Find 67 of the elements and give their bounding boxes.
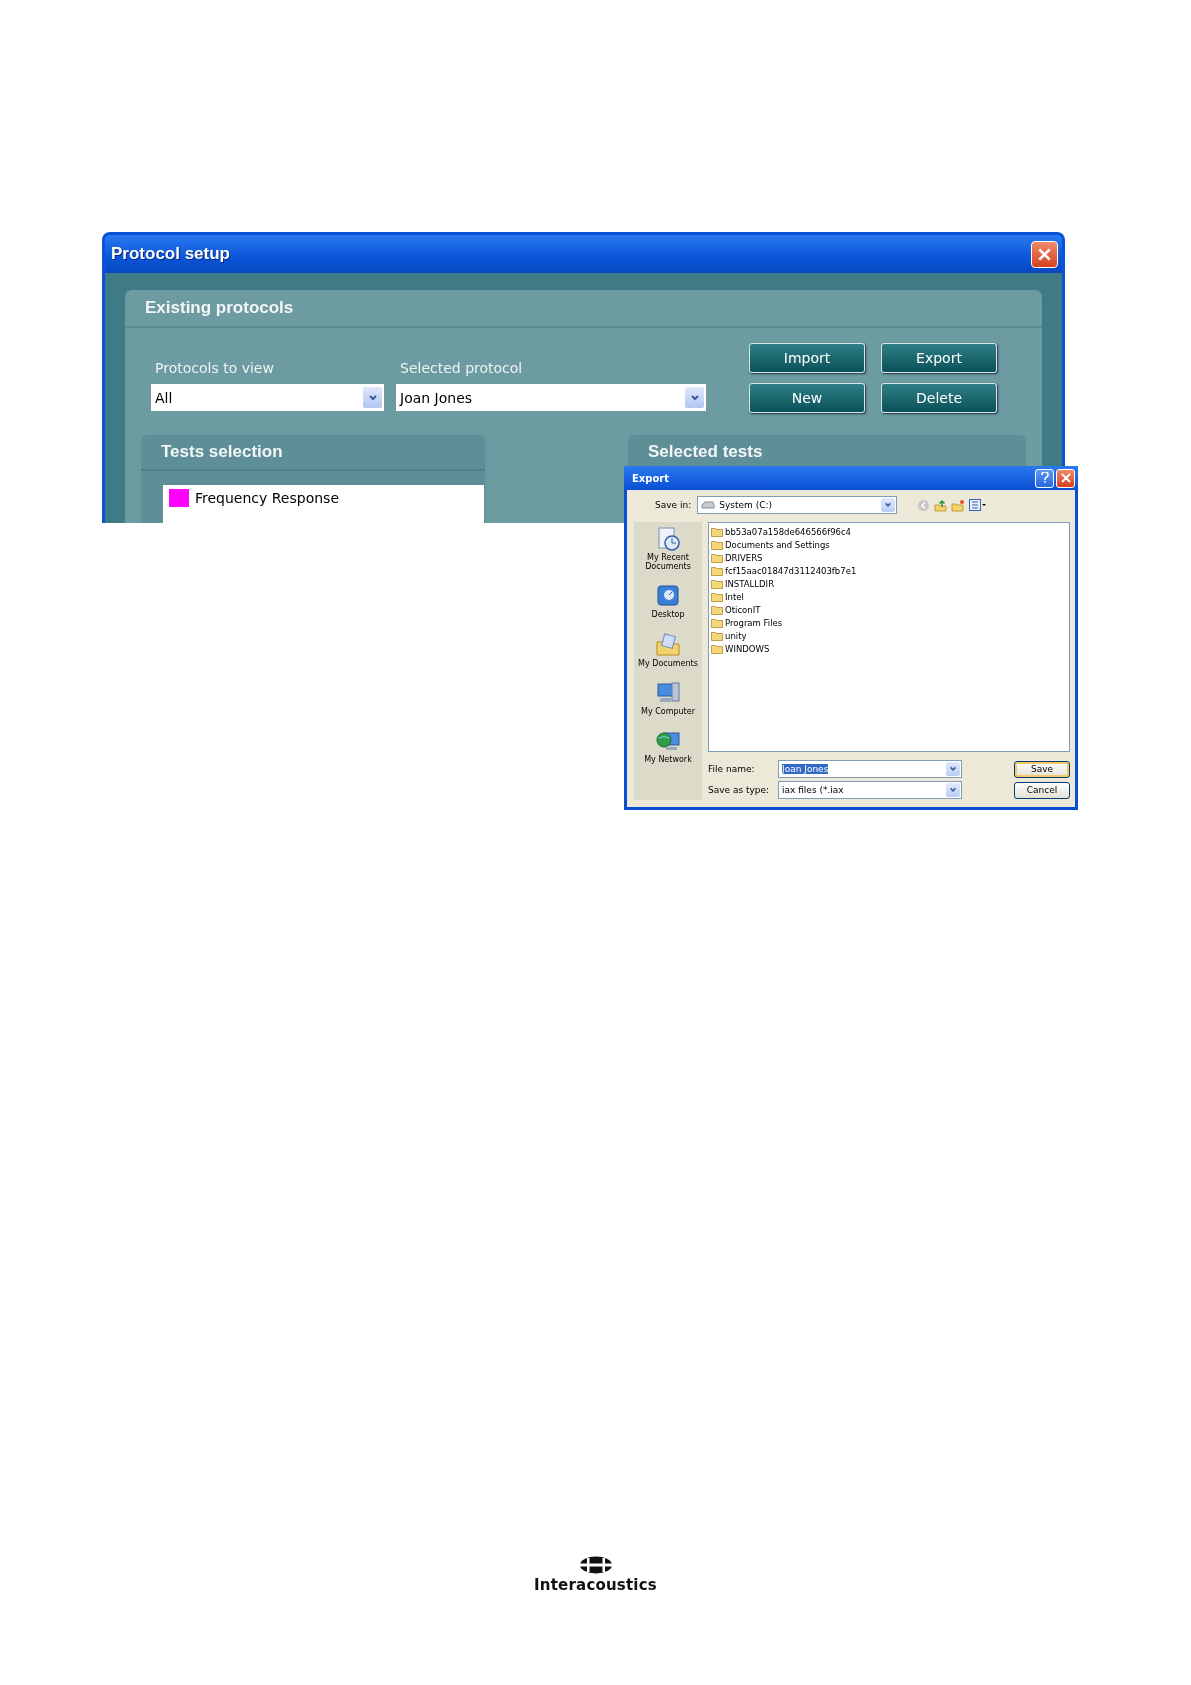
drive-icon <box>701 501 716 509</box>
folder-item[interactable]: OticonIT <box>725 604 761 615</box>
folder-item[interactable]: WINDOWS <box>725 643 770 654</box>
field-label: Protocols to view <box>154 360 275 376</box>
place-link[interactable]: My Documents <box>636 658 700 668</box>
place-link[interactable]: My Computer <box>636 706 700 716</box>
folder-icon <box>711 578 723 589</box>
up-folder-icon[interactable] <box>934 498 948 512</box>
cancel-button[interactable]: Cancel <box>1014 781 1070 799</box>
close-icon <box>1060 473 1071 483</box>
help-icon <box>1040 471 1049 483</box>
chevron-down-icon <box>884 501 893 509</box>
test-item[interactable]: Frequency Response <box>195 490 339 506</box>
folder-item[interactable]: unity <box>725 630 747 641</box>
chevron-down-icon <box>367 392 378 403</box>
protocol-dropdown[interactable]: All <box>151 384 384 411</box>
field-label: Selected protocol <box>399 360 524 376</box>
close-button[interactable] <box>1031 240 1058 268</box>
file-name-label: File name: <box>708 764 756 774</box>
logo-wordmark: Interacoustics <box>534 1576 657 1594</box>
save-in-dropdown[interactable]: System (C:) <box>697 496 898 514</box>
folder-item[interactable]: DRIVERS <box>725 552 763 563</box>
save-as-type-label: Save as type: <box>708 785 771 795</box>
help-button[interactable] <box>1035 468 1054 488</box>
place-link[interactable]: My Network <box>636 754 700 765</box>
protocol-button[interactable]: New <box>749 383 865 413</box>
folder-item[interactable]: INSTALLDIR <box>725 578 775 589</box>
folder-icon <box>711 526 723 537</box>
panel-title: Selected tests <box>648 442 763 462</box>
protocol-button[interactable]: Export <box>881 343 997 373</box>
close-icon <box>1038 247 1051 261</box>
folder-documents-icon <box>655 631 681 658</box>
protocol-dropdown[interactable]: Joan Jones <box>396 384 706 411</box>
view-menu-icon[interactable] <box>969 499 988 511</box>
folder-item[interactable]: Documents and Settings <box>725 539 830 550</box>
folder-icon <box>711 552 723 563</box>
logo-emblem-icon <box>578 1556 613 1574</box>
save-button[interactable]: Save <box>1014 760 1070 778</box>
dialog-title: Export <box>632 472 670 484</box>
protocol-button[interactable]: Delete <box>881 383 997 413</box>
file-name-value: Joan Jones <box>782 764 829 774</box>
protocol-button[interactable]: Import <box>749 343 865 373</box>
close-button[interactable] <box>1056 468 1075 488</box>
place-link[interactable]: My Recent Documents <box>636 553 700 572</box>
chevron-down-icon <box>949 765 957 773</box>
file-name-field[interactable]: Joan Jones <box>778 760 962 778</box>
place-link[interactable]: Desktop <box>636 610 700 620</box>
folder-icon <box>711 630 723 641</box>
folder-icon <box>711 604 723 615</box>
folder-icon <box>711 643 723 654</box>
folder-item[interactable]: fcf15aac01847d3112403fb7e1 <box>725 565 857 576</box>
chevron-down-icon <box>689 392 700 403</box>
new-folder-icon[interactable] <box>951 498 966 512</box>
folder-icon <box>711 617 723 628</box>
panel-title: Tests selection <box>161 442 283 462</box>
folder-icon <box>711 539 723 550</box>
folder-icon <box>711 565 723 576</box>
save-in-label: Save in: <box>655 500 692 510</box>
window-title: Protocol setup <box>111 244 230 264</box>
folder-item[interactable]: Program Files <box>725 617 783 628</box>
chevron-down-icon <box>949 786 957 794</box>
clock-document-icon <box>655 526 681 552</box>
panel-title: Existing protocols <box>145 298 294 318</box>
folder-item[interactable]: Intel <box>725 591 744 602</box>
folder-icon <box>711 591 723 602</box>
file-type-dropdown[interactable]: iax files (*.iax <box>778 781 962 799</box>
folder-item[interactable]: bb53a07a158de646566f96c4 <box>725 526 852 537</box>
